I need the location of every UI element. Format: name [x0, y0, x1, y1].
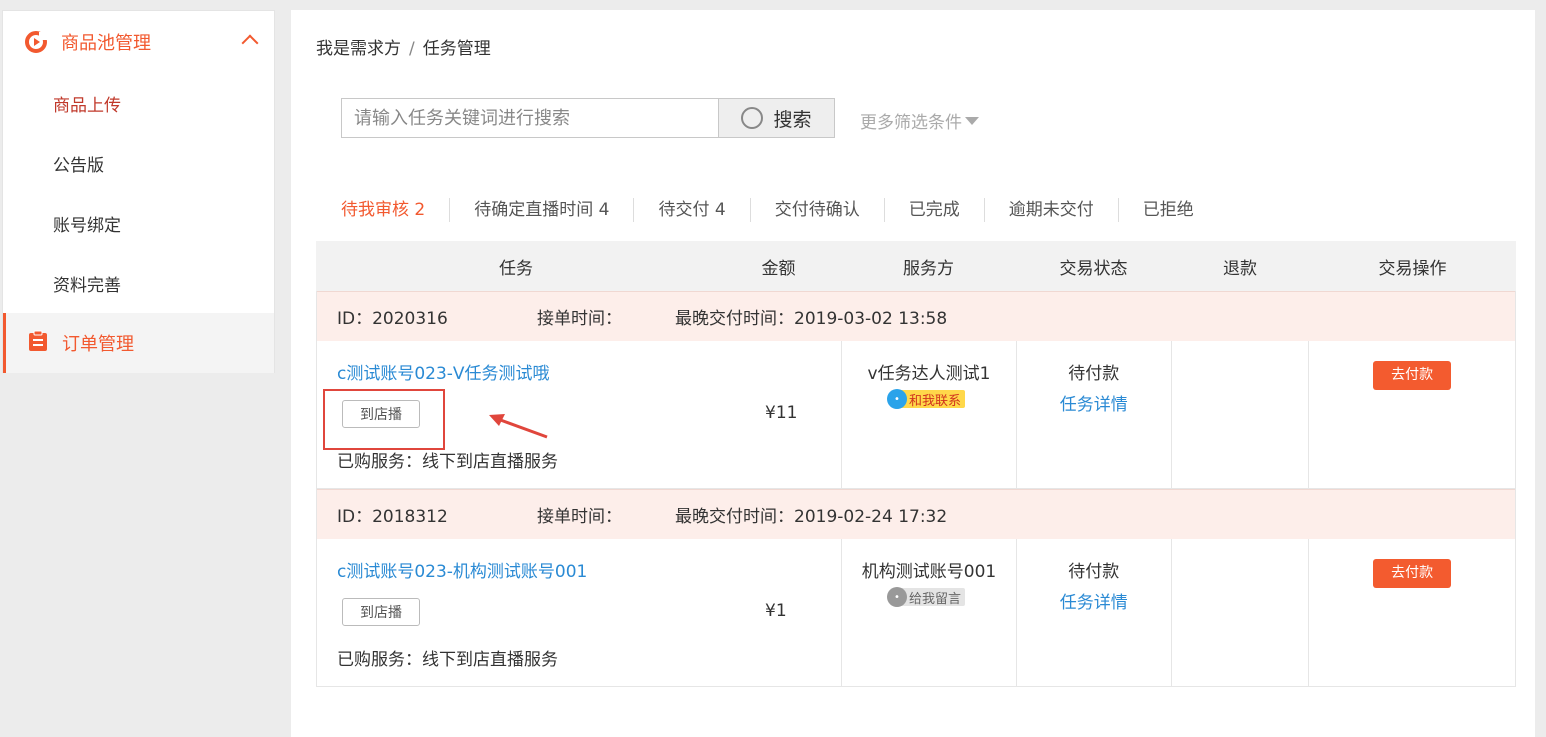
sidebar: 商品池管理 商品上传 公告版 账号绑定 资料完善 订单管理 — [2, 10, 275, 373]
clipboard-icon — [28, 330, 48, 356]
message-chip-label: 给我留言 — [908, 591, 961, 607]
provider-name: v任务达人测试1 — [867, 364, 991, 384]
order-id: ID：2018312 — [337, 507, 448, 527]
bought-service: 已购服务：线下到店直播服务 — [337, 452, 558, 472]
sidebar-item-profile-complete[interactable]: 资料完善 — [3, 253, 274, 313]
task-name-link[interactable]: c测试账号023-V任务测试哦 — [337, 359, 550, 384]
search-icon — [741, 107, 764, 129]
search-bar: 搜索 — [341, 98, 835, 138]
tab-pending-live-time[interactable]: 待确定直播时间 4 — [449, 198, 633, 222]
order-provider-cell: 机构测试账号001 • 给我留言 — [841, 539, 1016, 686]
task-detail-link[interactable]: 任务详情 — [1017, 588, 1171, 613]
order-task-cell: c测试账号023-机构测试账号001 到店播 已购服务：线下到店直播服务 ¥1 — [317, 539, 841, 686]
order-operation-cell: 去付款 — [1308, 341, 1515, 488]
sidebar-item-account-binding[interactable]: 账号绑定 — [3, 193, 274, 253]
tab-overdue[interactable]: 逾期未交付 — [983, 198, 1118, 222]
table-row: ID：2018312 接单时间： 最晚交付时间：2019-02-24 17:32… — [316, 489, 1516, 687]
annotation-arrow-icon — [489, 414, 548, 439]
bought-service: 已购服务：线下到店直播服务 — [337, 650, 558, 670]
header-refund: 退款 — [1223, 258, 1257, 279]
chevron-up-icon[interactable] — [241, 34, 259, 52]
sidebar-item-order-management[interactable]: 订单管理 — [3, 313, 274, 373]
tab-pending-review[interactable]: 待我审核 2 — [341, 198, 449, 222]
message-chip[interactable]: • 给我留言 — [886, 587, 965, 607]
main-panel: 我是需求方 / 任务管理 搜索 更多筛选条件 待我审核 2 待确定直播时间 4 待交… — [291, 10, 1535, 737]
contact-chip[interactable]: • 和我联系 — [886, 389, 965, 409]
order-header: ID：2020316 接单时间： 最晚交付时间：2019-03-02 13:58 — [317, 291, 1515, 341]
order-amount: ¥11 — [765, 403, 798, 423]
tab-completed[interactable]: 已完成 — [883, 198, 984, 222]
order-refund-cell — [1170, 539, 1309, 686]
caret-down-icon — [965, 116, 979, 125]
table-header: 任务 金额 服务方 交易状态 退款 交易操作 — [316, 241, 1516, 291]
sidebar-group-product-pool[interactable]: 商品池管理 — [3, 11, 274, 73]
chat-bubble-icon: • — [886, 587, 907, 607]
order-status: 待付款 — [1068, 364, 1120, 384]
task-detail-link[interactable]: 任务详情 — [1017, 390, 1171, 415]
more-filter-toggle[interactable]: 更多筛选条件 — [860, 108, 979, 133]
more-filter-label: 更多筛选条件 — [860, 113, 962, 133]
order-body: c测试账号023-机构测试账号001 到店播 已购服务：线下到店直播服务 ¥1 … — [317, 539, 1515, 686]
order-id: ID：2020316 — [337, 309, 448, 329]
search-button[interactable]: 搜索 — [718, 98, 835, 138]
search-input[interactable] — [341, 98, 718, 138]
chat-bubble-icon: • — [886, 389, 907, 409]
order-header: ID：2018312 接单时间： 最晚交付时间：2019-02-24 17:32 — [317, 489, 1515, 539]
store-live-button[interactable]: 到店播 — [342, 598, 420, 626]
order-accept-time: 接单时间： — [537, 507, 622, 527]
order-table: 任务 金额 服务方 交易状态 退款 交易操作 ID：2020316 接单时间： … — [316, 241, 1516, 687]
order-refund-cell — [1170, 341, 1309, 488]
pay-button[interactable]: 去付款 — [1373, 559, 1452, 588]
tab-pending-delivery[interactable]: 待交付 4 — [633, 198, 749, 222]
header-task: 任务 — [499, 258, 533, 279]
sidebar-item-bulletin[interactable]: 公告版 — [3, 133, 274, 193]
breadcrumb-parent[interactable]: 我是需求方 — [316, 39, 401, 59]
provider-name: 机构测试账号001 — [861, 562, 997, 582]
product-pool-icon — [25, 31, 47, 53]
header-status: 交易状态 — [1059, 258, 1128, 279]
order-provider-cell: v任务达人测试1 • 和我联系 — [841, 341, 1016, 488]
contact-chip-label: 和我联系 — [908, 393, 961, 409]
order-deadline: 最晚交付时间：2019-03-02 13:58 — [675, 309, 948, 329]
order-accept-time: 接单时间： — [537, 309, 622, 329]
status-tabs: 待我审核 2 待确定直播时间 4 待交付 4 交付待确认 已完成 逾期未交付 已… — [341, 198, 1218, 222]
task-name-link[interactable]: c测试账号023-机构测试账号001 — [337, 557, 587, 582]
tab-rejected[interactable]: 已拒绝 — [1117, 198, 1218, 222]
order-deadline: 最晚交付时间：2019-02-24 17:32 — [675, 507, 948, 527]
header-amount: 金额 — [761, 258, 796, 279]
tab-delivery-confirm[interactable]: 交付待确认 — [749, 198, 884, 222]
breadcrumb-separator: / — [409, 39, 415, 59]
table-row: ID：2020316 接单时间： 最晚交付时间：2019-03-02 13:58… — [316, 291, 1516, 489]
breadcrumb-current: 任务管理 — [422, 39, 491, 59]
pay-button[interactable]: 去付款 — [1373, 361, 1452, 390]
sidebar-group-label: 商品池管理 — [61, 33, 151, 54]
sidebar-order-label: 订单管理 — [62, 334, 134, 355]
order-amount: ¥1 — [765, 601, 787, 621]
search-button-label: 搜索 — [773, 108, 812, 131]
header-provider: 服务方 — [903, 258, 954, 279]
order-operation-cell: 去付款 — [1308, 539, 1515, 686]
annotation-highlight-box — [323, 389, 445, 450]
order-status-cell: 待付款 任务详情 — [1015, 341, 1171, 488]
order-status-cell: 待付款 任务详情 — [1015, 539, 1171, 686]
breadcrumb: 我是需求方 / 任务管理 — [316, 34, 491, 59]
header-operation: 交易操作 — [1378, 258, 1447, 279]
sidebar-item-product-upload[interactable]: 商品上传 — [3, 73, 274, 133]
order-status: 待付款 — [1068, 562, 1120, 582]
